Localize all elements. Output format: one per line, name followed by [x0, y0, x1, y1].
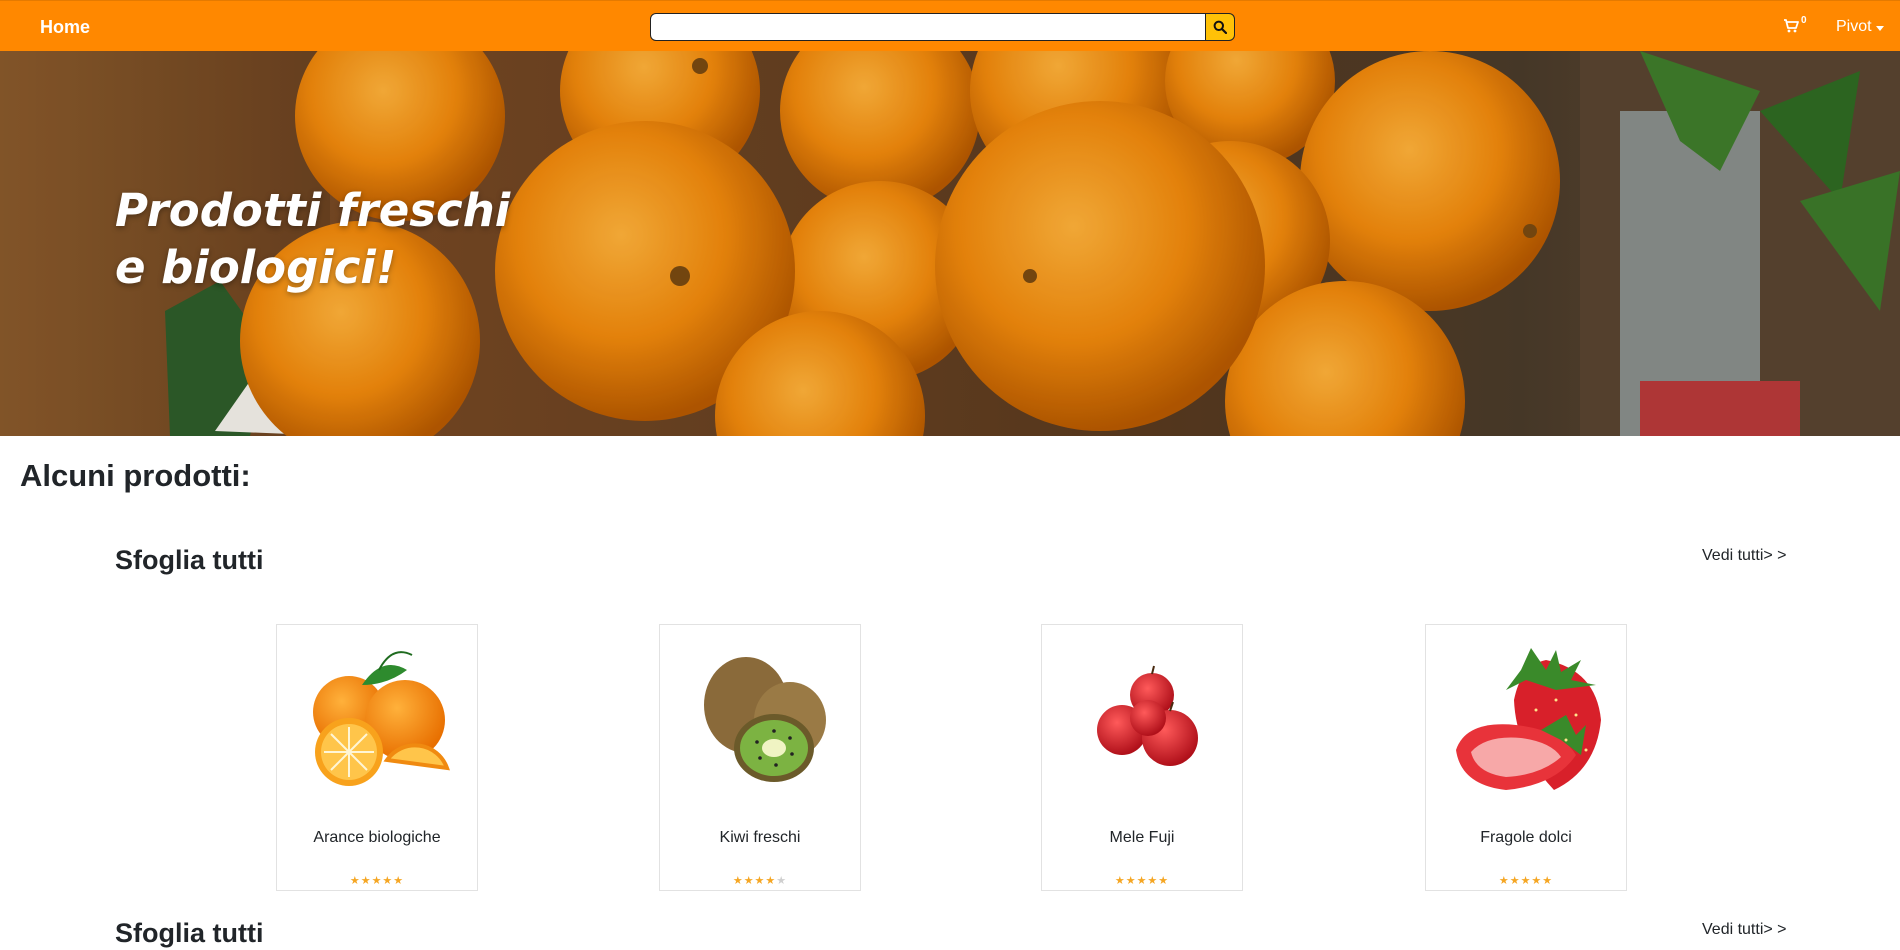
user-name: Pivot [1836, 18, 1872, 35]
navbar: Home 0 Pivot [0, 0, 1900, 51]
product-rating: ★★★★★ [1426, 874, 1626, 887]
product-card[interactable]: Mele Fuji ★★★★★ [1041, 624, 1243, 891]
user-dropdown[interactable]: Pivot [1836, 18, 1884, 36]
chevron-down-icon [1875, 25, 1884, 31]
search-input[interactable] [650, 13, 1206, 41]
product-card[interactable]: Kiwi freschi ★★★★★ [659, 624, 861, 891]
hero-title: Prodotti freschi e biologici! [115, 182, 535, 296]
product-rating: ★★★★★ [277, 874, 477, 887]
oranges-image [313, 651, 450, 786]
search-button[interactable] [1206, 13, 1235, 41]
hero-title-line1: Prodotti freschi [115, 184, 511, 237]
hero-title-line2: e biologici! [115, 241, 397, 294]
product-name: Kiwi freschi [719, 829, 801, 846]
star-icon: ★★★★★ [349, 875, 405, 887]
hero-banner: Prodotti freschi e biologici! [0, 51, 1900, 436]
view-all-link[interactable]: Vedi tutti> > [1702, 921, 1787, 939]
cart-icon [1784, 19, 1799, 33]
strawberries-image [1456, 648, 1601, 790]
product-rating: ★★★★★ [1042, 874, 1242, 887]
view-all-link[interactable]: Vedi tutti> > [1702, 547, 1787, 565]
cart-count-badge: 0 [1801, 15, 1807, 26]
star-empty-icon: ★ [776, 875, 788, 887]
star-icon: ★★★★ [732, 875, 777, 887]
search-icon [1213, 20, 1227, 34]
star-icon: ★★★★★ [1498, 875, 1554, 887]
product-rating: ★★★★★ [660, 874, 860, 887]
browse-all-title: Sfoglia tutti [115, 545, 264, 575]
kiwi-image [704, 657, 826, 782]
apples-image [1097, 665, 1198, 766]
product-card[interactable]: Arance biologiche ★★★★★ [276, 624, 478, 891]
product-name: Fragole dolci [1480, 829, 1572, 846]
product-name: Arance biologiche [313, 829, 441, 846]
product-name: Mele Fuji [1109, 829, 1175, 846]
browse-all-title: Sfoglia tutti [115, 918, 264, 948]
products-heading: Alcuni prodotti: [20, 458, 251, 493]
product-card[interactable]: Fragole dolci ★★★★★ [1425, 624, 1627, 891]
nav-home-link[interactable]: Home [40, 17, 90, 38]
cart-button[interactable]: 0 [1783, 15, 1811, 39]
search-bar [650, 13, 1235, 41]
star-icon: ★★★★★ [1114, 875, 1170, 887]
